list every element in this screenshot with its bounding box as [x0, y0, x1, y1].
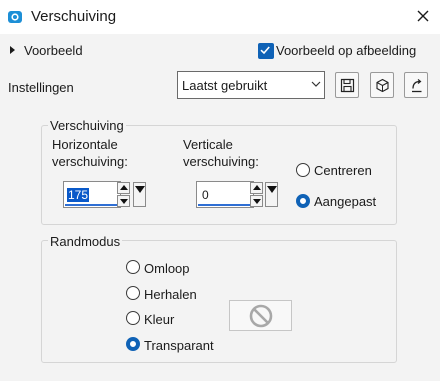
preview-on-image-checkbox[interactable] — [258, 43, 274, 59]
reset-button[interactable] — [404, 72, 428, 98]
input-underline — [198, 204, 252, 206]
reset-icon — [412, 79, 422, 93]
radio-color-label: Kleur — [144, 312, 175, 327]
color-swatch-button[interactable] — [229, 300, 292, 331]
radio-center[interactable] — [296, 163, 310, 177]
radio-custom-label: Aangepast — [314, 194, 377, 209]
chevron-down-icon — [311, 81, 321, 87]
preview-expander[interactable]: Voorbeeld — [10, 43, 83, 58]
chevron-right-icon — [10, 46, 15, 54]
vertical-offset-input[interactable]: 0 — [196, 181, 254, 208]
vertical-offset-value: 0 — [202, 188, 209, 202]
radio-repeat[interactable] — [126, 286, 140, 300]
offset-group-title: Verschuiving — [48, 118, 126, 133]
vertical-decrement-button[interactable] — [250, 195, 263, 207]
horizontal-increment-button[interactable] — [117, 182, 130, 194]
radio-color[interactable] — [126, 311, 140, 325]
preview-on-image-label: Voorbeeld op afbeelding — [276, 43, 417, 58]
settings-label: Instellingen — [8, 80, 74, 95]
radio-center-label: Centreren — [314, 163, 372, 178]
vertical-slider-dropdown[interactable] — [265, 182, 278, 207]
vertical-increment-button[interactable] — [250, 182, 263, 194]
checkmark-icon — [260, 46, 270, 55]
preview-label: Voorbeeld — [24, 43, 83, 58]
cube-icon — [376, 78, 389, 93]
edge-mode-group — [41, 240, 397, 363]
arrow-up-icon — [253, 185, 261, 190]
dropdown-arrow-icon — [135, 186, 145, 193]
dropdown-arrow-icon — [267, 186, 277, 193]
radio-wrap[interactable] — [126, 260, 140, 274]
app-icon — [8, 11, 22, 23]
horizontal-decrement-button[interactable] — [117, 195, 130, 207]
no-symbol-icon — [249, 304, 273, 328]
horizontal-offset-input[interactable]: 175 — [63, 181, 121, 208]
radio-custom[interactable] — [296, 194, 310, 208]
preset-dropdown[interactable]: Laatst gebruikt — [177, 71, 325, 99]
horizontal-offset-label-line1: Horizontale — [52, 137, 118, 152]
horizontal-offset-value: 175 — [67, 188, 90, 202]
radio-transparent[interactable] — [126, 337, 140, 351]
radio-repeat-label: Herhalen — [144, 287, 197, 302]
edge-mode-group-title: Randmodus — [48, 234, 123, 249]
save-icon — [340, 78, 355, 93]
window-title: Verschuiving — [31, 8, 117, 25]
radio-wrap-label: Omloop — [144, 261, 190, 276]
input-underline — [65, 204, 119, 206]
radio-transparent-label: Transparant — [144, 338, 214, 353]
vertical-offset-label-line2: verschuiving: — [183, 154, 259, 169]
vertical-offset-label-line1: Verticale — [183, 137, 233, 152]
save-preset-button[interactable] — [335, 72, 359, 98]
horizontal-offset-label-line2: verschuiving: — [52, 154, 128, 169]
resources-button[interactable] — [370, 72, 394, 98]
arrow-down-icon — [253, 199, 261, 204]
horizontal-slider-dropdown[interactable] — [133, 182, 146, 207]
preset-value: Laatst gebruikt — [182, 78, 268, 93]
arrow-up-icon — [120, 185, 128, 190]
close-icon[interactable] — [413, 6, 433, 26]
arrow-down-icon — [120, 199, 128, 204]
